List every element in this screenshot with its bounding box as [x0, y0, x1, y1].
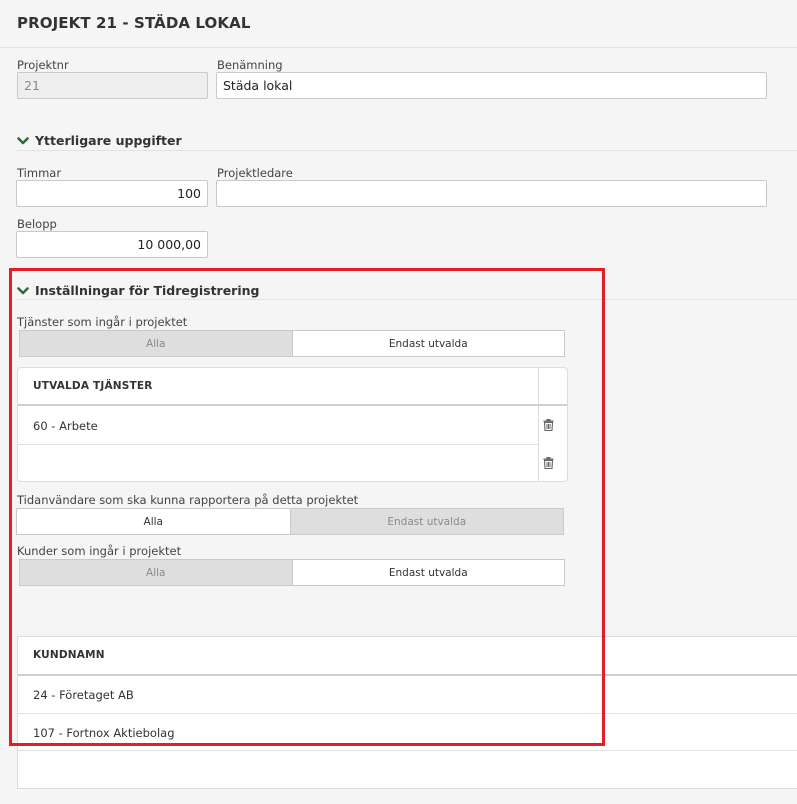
- customers-row-divider: [18, 750, 797, 751]
- page-title: PROJEKT 21 - STÄDA LOKAL: [17, 14, 251, 32]
- benamning-label: Benämning: [217, 58, 283, 72]
- projektledare-label: Projektledare: [217, 166, 293, 180]
- chevron-down-icon: [17, 136, 29, 144]
- belopp-field[interactable]: 10 000,00: [16, 231, 208, 258]
- section-extra-title: Ytterligare uppgifter: [35, 133, 182, 148]
- belopp-label: Belopp: [17, 217, 57, 231]
- highlight-box: [9, 268, 605, 746]
- benamning-value: Städa lokal: [223, 78, 293, 93]
- benamning-field[interactable]: Städa lokal: [216, 72, 767, 99]
- section-extra-divider: [17, 150, 797, 151]
- section-extra-header[interactable]: Ytterligare uppgifter: [17, 133, 182, 148]
- projektnr-value: 21: [24, 78, 40, 93]
- projektnr-label: Projektnr: [17, 58, 69, 72]
- timmar-label: Timmar: [17, 166, 62, 180]
- belopp-value: 10 000,00: [137, 237, 201, 252]
- title-divider: [0, 47, 797, 48]
- timmar-field[interactable]: 100: [16, 180, 208, 207]
- timmar-value: 100: [177, 186, 201, 201]
- projektledare-field[interactable]: [216, 180, 767, 207]
- projektnr-field[interactable]: 21: [17, 72, 208, 99]
